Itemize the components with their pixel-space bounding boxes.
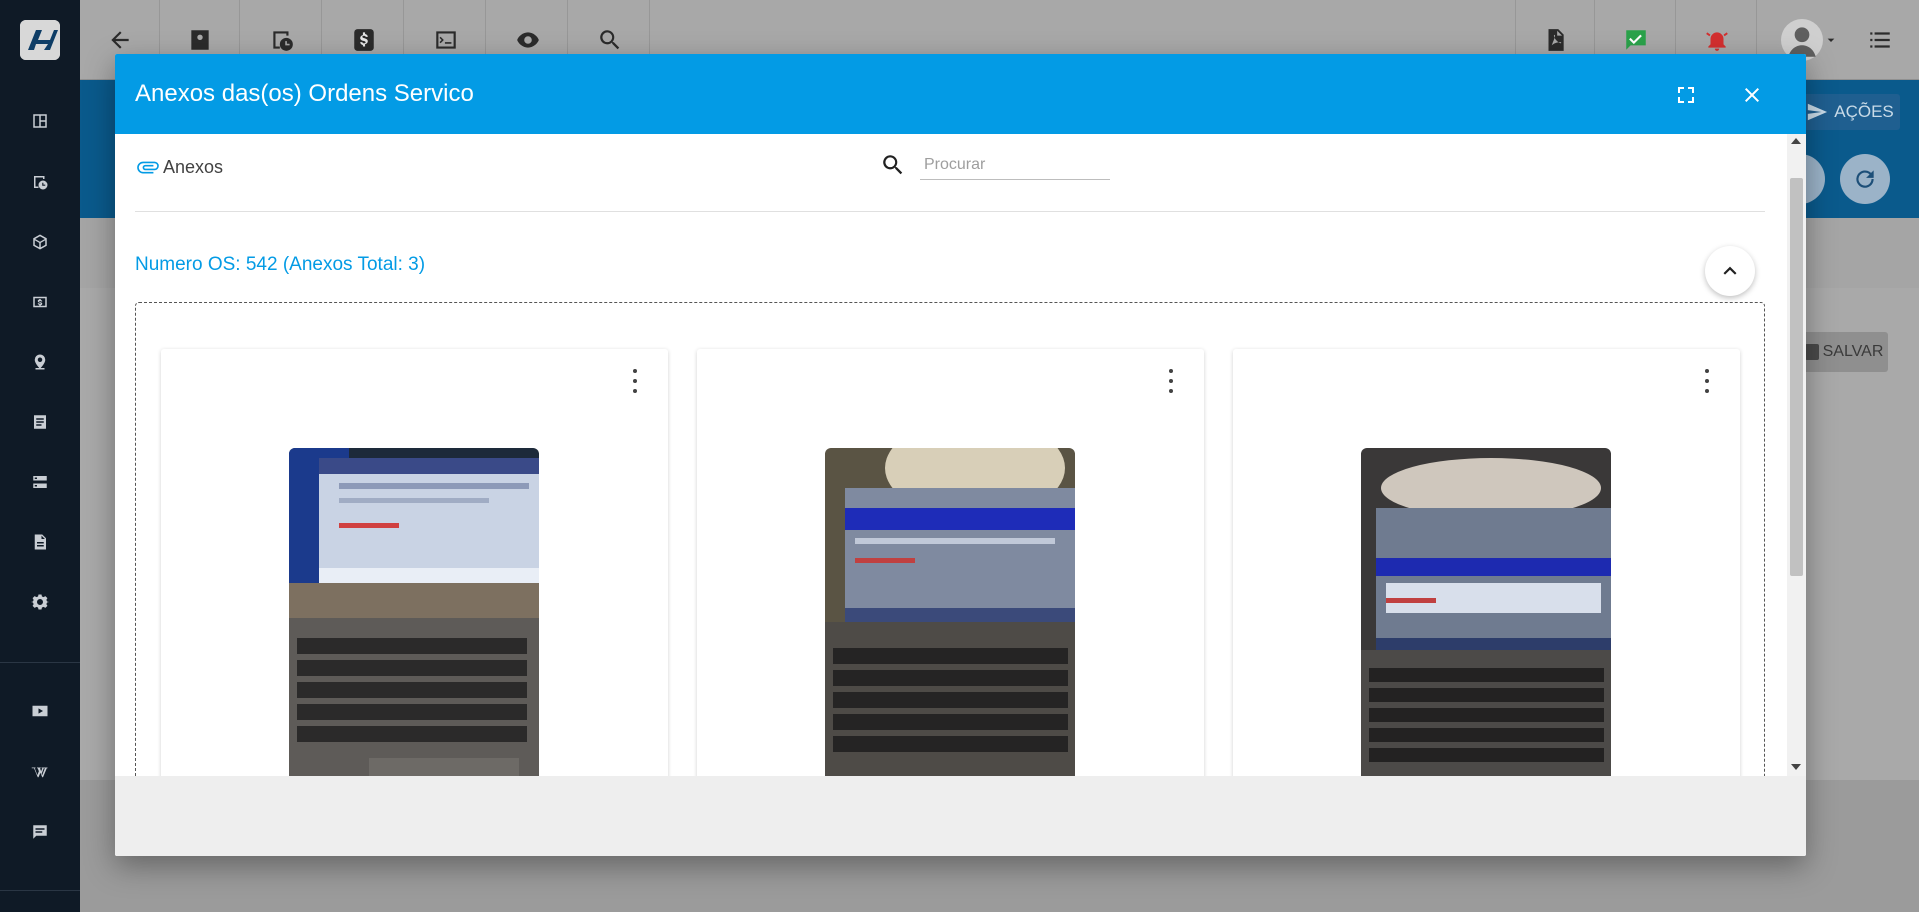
search-icon[interactable] xyxy=(880,152,906,178)
wikipedia-icon[interactable] xyxy=(28,760,52,784)
close-icon xyxy=(1745,88,1759,102)
attachment-thumbnail[interactable] xyxy=(825,448,1075,776)
save-icon xyxy=(1804,344,1819,360)
refresh-icon xyxy=(1856,170,1874,188)
scroll-down-arrow[interactable] xyxy=(1791,764,1801,770)
more-vert-icon[interactable] xyxy=(1698,369,1716,393)
acoes-button[interactable]: AÇÕES xyxy=(1800,94,1900,130)
divider xyxy=(135,211,1765,212)
list-icon[interactable] xyxy=(28,410,52,434)
gear-icon[interactable] xyxy=(28,590,52,614)
dashboard-icon[interactable] xyxy=(28,109,52,133)
list-menu-icon[interactable] xyxy=(1840,0,1919,80)
modal-body: Anexos Numero OS: 542 (Anexos Total: 3) xyxy=(115,134,1806,776)
paperclip-icon xyxy=(137,161,159,174)
attachment-thumbnail[interactable] xyxy=(1361,448,1611,776)
search-bar xyxy=(880,150,1110,180)
attachments-modal: Anexos das(os) Ordens Servico Anexos Num… xyxy=(115,54,1806,856)
modal-scrollbar[interactable] xyxy=(1787,134,1806,776)
more-vert-icon[interactable] xyxy=(1162,369,1180,393)
attachment-thumbnail[interactable] xyxy=(289,448,539,776)
fullscreen-button[interactable] xyxy=(1671,80,1701,110)
acoes-label: AÇÕES xyxy=(1834,102,1894,121)
money-icon[interactable] xyxy=(28,290,52,314)
send-icon xyxy=(1808,103,1828,121)
more-vert-icon[interactable] xyxy=(626,369,644,393)
sidebar-divider-bottom xyxy=(0,890,80,891)
fullscreen-icon xyxy=(1678,87,1694,103)
modal-title: Anexos das(os) Ordens Servico xyxy=(135,80,474,107)
salvar-label: SALVAR xyxy=(1822,343,1884,360)
calendar-clock-icon[interactable] xyxy=(28,170,52,194)
laptop-photo xyxy=(1361,448,1611,776)
search-input[interactable] xyxy=(920,150,1110,180)
close-button[interactable] xyxy=(1735,78,1769,112)
attachments-dropzone[interactable] xyxy=(135,302,1765,776)
tab-anexos[interactable]: Anexos xyxy=(135,154,223,180)
laptop-photo xyxy=(825,448,1075,776)
document-icon[interactable] xyxy=(28,530,52,554)
modal-footer xyxy=(115,776,1806,856)
chevron-up-icon xyxy=(1723,266,1737,275)
salvar-button[interactable]: SALVAR xyxy=(1800,332,1888,372)
package-icon[interactable] xyxy=(28,230,52,254)
app-logo[interactable] xyxy=(20,20,60,60)
scroll-thumb[interactable] xyxy=(1790,178,1803,576)
attachment-card[interactable] xyxy=(1233,349,1740,776)
location-icon[interactable] xyxy=(28,350,52,374)
tab-anexos-label: Anexos xyxy=(163,156,224,177)
attachment-card[interactable] xyxy=(697,349,1204,776)
collapse-button[interactable] xyxy=(1705,246,1755,296)
refresh-button[interactable] xyxy=(1840,154,1890,204)
sidebar-divider xyxy=(0,662,80,663)
scroll-up-arrow[interactable] xyxy=(1791,138,1801,144)
video-icon[interactable] xyxy=(28,699,52,723)
os-section-title[interactable]: Numero OS: 542 (Anexos Total: 3) xyxy=(135,254,425,276)
modal-header: Anexos das(os) Ordens Servico xyxy=(115,54,1806,134)
attachment-card[interactable] xyxy=(161,349,668,776)
sidebar xyxy=(0,0,80,912)
chat-icon[interactable] xyxy=(28,820,52,844)
laptop-photo xyxy=(289,448,539,776)
dns-icon[interactable] xyxy=(28,470,52,494)
